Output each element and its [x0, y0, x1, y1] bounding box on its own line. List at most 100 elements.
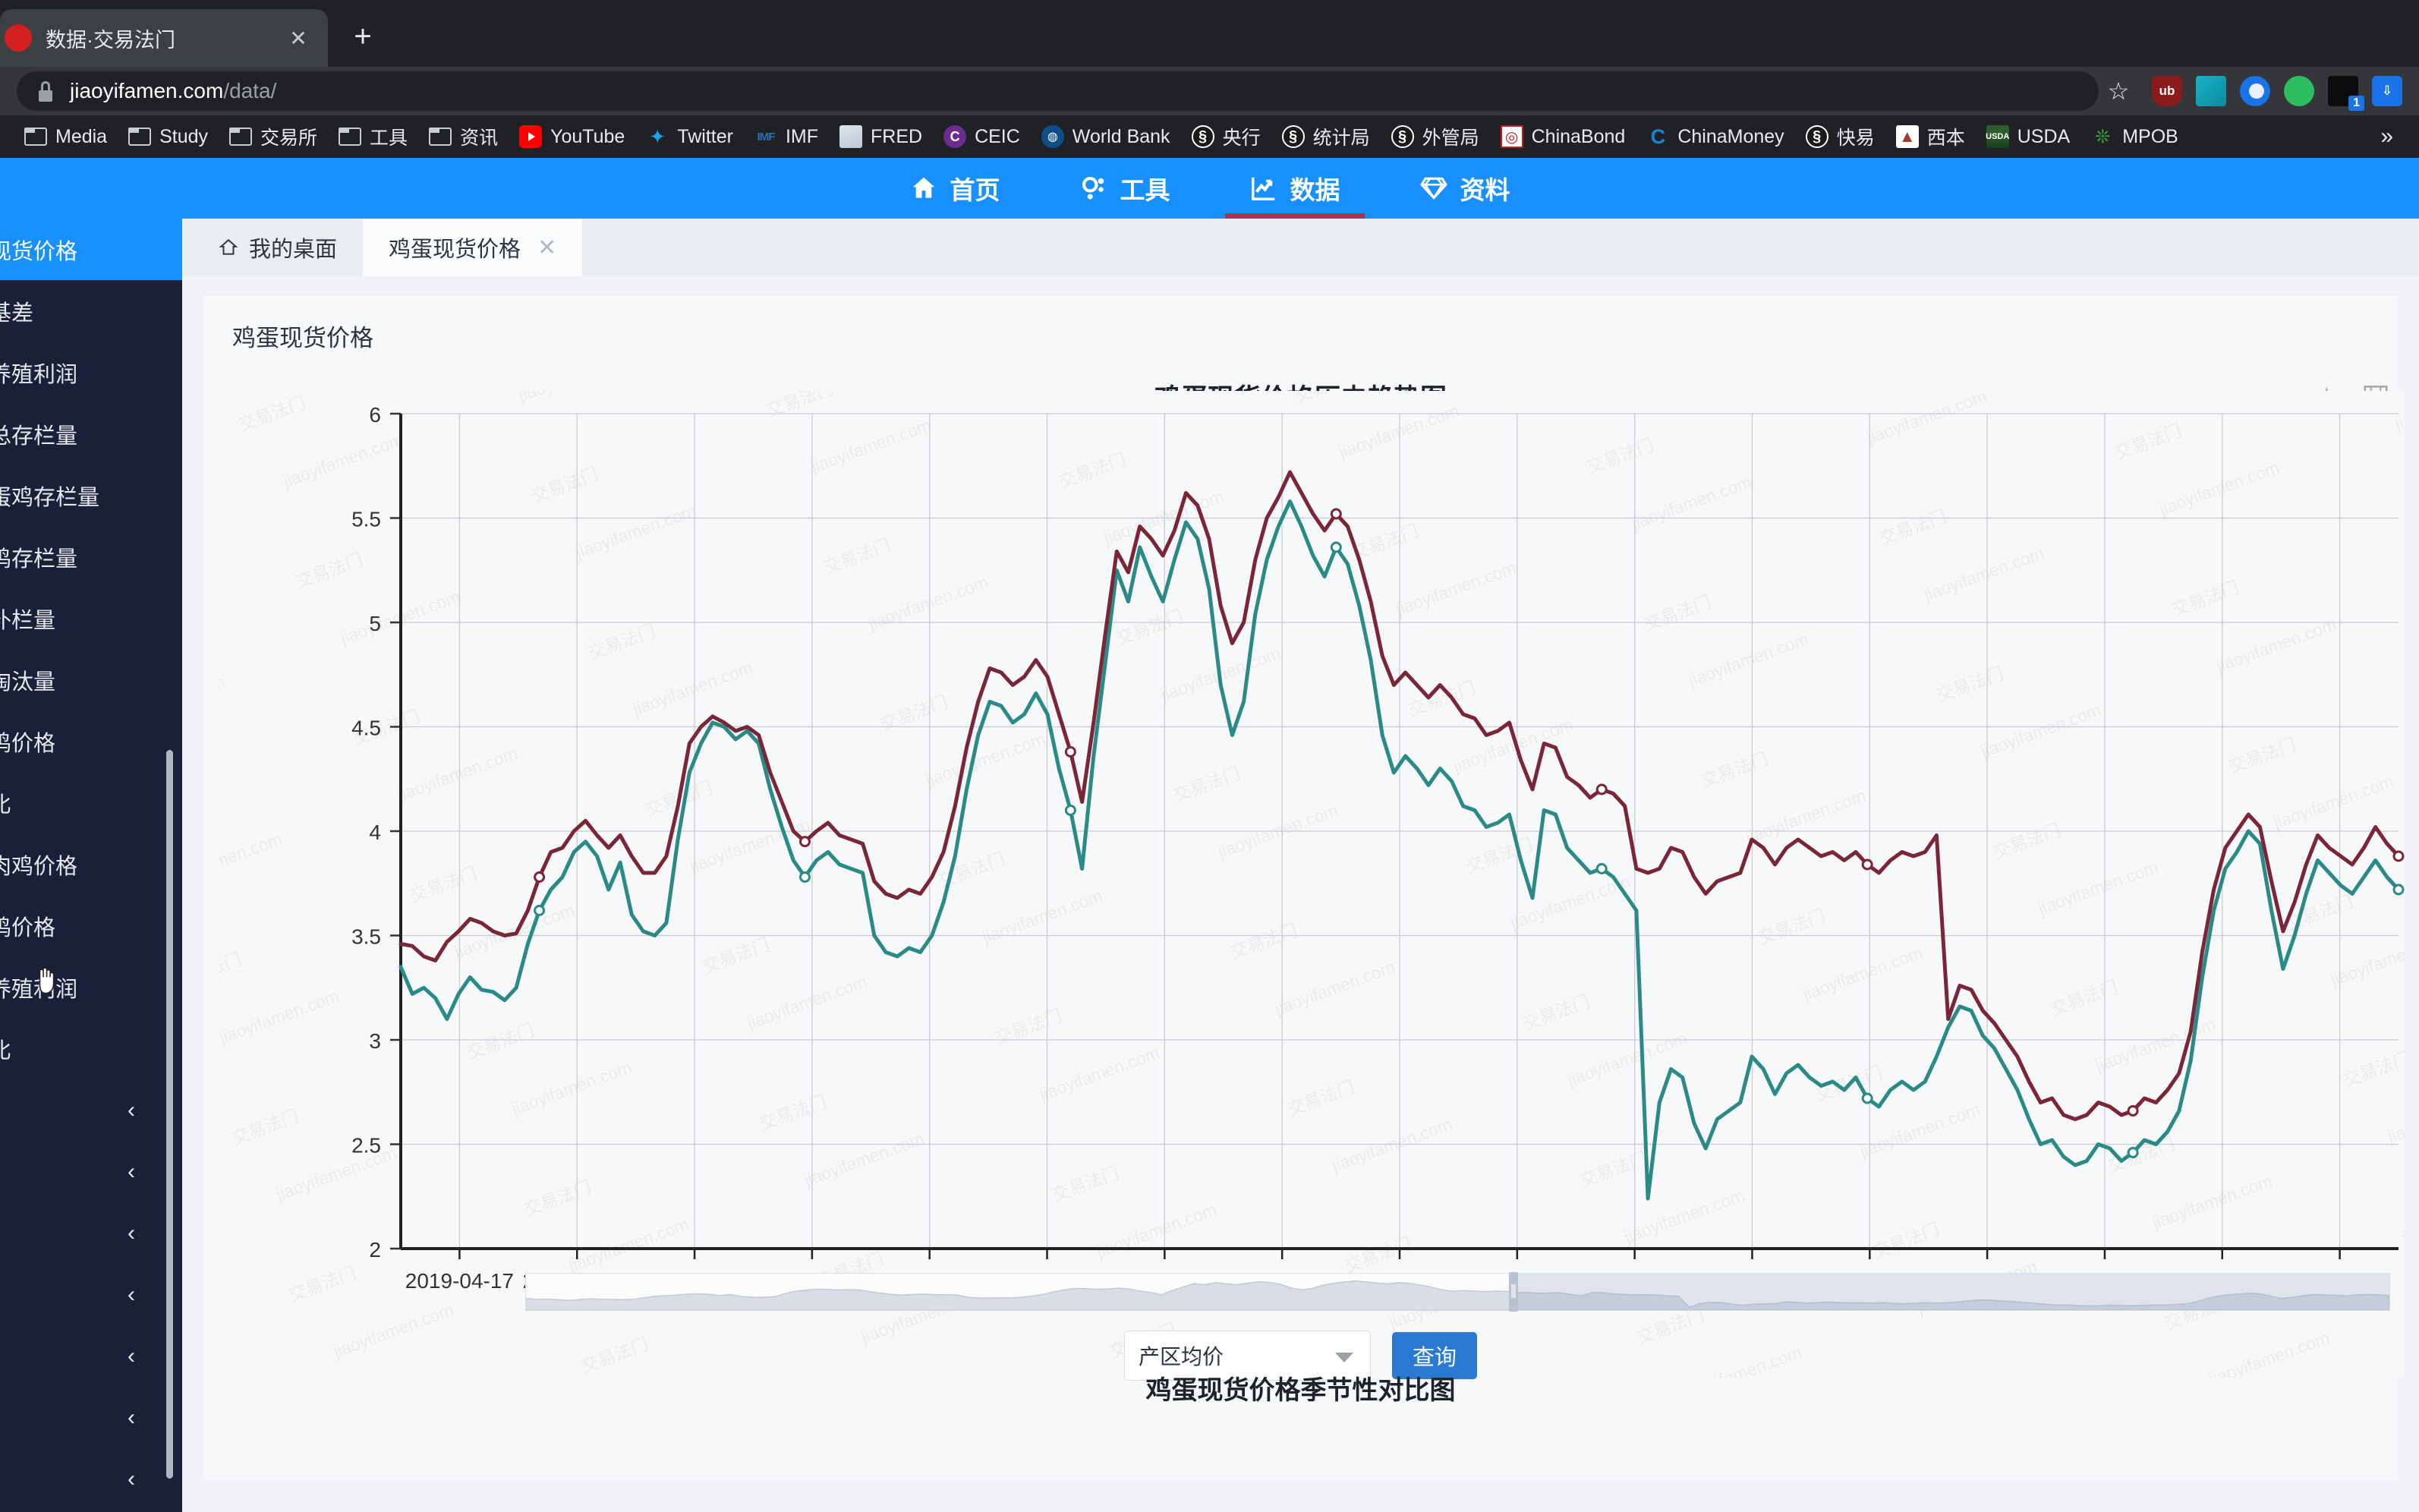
browser-window: 数据·交易法门 ✕ + jiaoyifamen.com/data/ ☆ ub 1…	[0, 0, 2419, 1512]
extension-badge-count: 1	[2348, 96, 2364, 111]
chart-datazoom-slider[interactable]	[525, 1272, 2390, 1312]
sidebar-collapse-chevron-icon[interactable]: ‹	[0, 1141, 182, 1202]
bookmark-label: World Bank	[1072, 125, 1170, 147]
bookmark-item[interactable]: ◎ ChinaBond	[1490, 120, 1636, 153]
address-bar[interactable]: jiaoyifamen.com/data/	[17, 71, 2099, 111]
sidebar-item-breeding-profit[interactable]: 养殖利润	[0, 342, 182, 403]
sidebar-item-label: 淘汰量	[0, 669, 56, 695]
browser-toolbar: jiaoyifamen.com/data/ ☆ ub 1 ⇩	[0, 67, 2419, 115]
evernote-icon[interactable]	[2284, 76, 2314, 106]
bookmark-item[interactable]: Media	[14, 120, 118, 153]
bookmark-item[interactable]: § 央行	[1181, 120, 1271, 153]
sidebar-collapse-chevron-icon[interactable]: ‹	[0, 1079, 182, 1141]
svg-text:2.5: 2.5	[351, 1134, 381, 1158]
folder-icon	[228, 127, 253, 146]
svg-text:2: 2	[369, 1238, 381, 1262]
sidebar-item-breeding-profit-2[interactable]: 养殖利润	[0, 956, 182, 1018]
sidebar-scrollbar[interactable]	[166, 750, 173, 1479]
bookmark-item[interactable]: § 统计局	[1271, 120, 1381, 153]
ublock-origin-icon[interactable]: ub	[2152, 76, 2182, 106]
bookmark-item[interactable]: ✦ Twitter	[635, 120, 744, 153]
gear-icon	[1079, 174, 1108, 203]
bookmark-item[interactable]: C ChinaMoney	[1636, 120, 1794, 153]
fred-icon	[839, 125, 862, 148]
sidebar-item-layer-inventory[interactable]: 蛋鸡存栏量	[0, 465, 182, 526]
tab-close-button[interactable]: ✕	[284, 24, 313, 52]
bookmark-item[interactable]: 交易所	[219, 120, 328, 153]
bookmark-label: ChinaBond	[1531, 125, 1626, 147]
bookmarks-overflow-button[interactable]: »	[2380, 124, 2405, 150]
bookmark-item[interactable]: YouTube	[509, 120, 635, 153]
bookmark-item[interactable]: ▲ 西本	[1885, 120, 1976, 153]
datazoom-selected-range	[1513, 1274, 2389, 1310]
chart-panel: 鸡蛋现货价格 鸡蛋现货价格历史趋势图 （单位：元/斤） 产区均价	[203, 296, 2405, 1480]
bookmark-label: 快易	[1836, 128, 1875, 149]
nav-label: 数据	[1290, 176, 1340, 204]
nav-item-tools[interactable]: 工具	[1040, 158, 1210, 219]
sidebar-item-basis[interactable]: 基差	[0, 280, 182, 342]
sidebar-item-ratio-2[interactable]: 比	[0, 1018, 182, 1079]
sidebar-collapse-chevron-icon[interactable]: ‹	[0, 1387, 182, 1448]
tab-title: 数据·交易法门	[46, 28, 175, 52]
bookmark-item[interactable]: IMF IMF	[744, 120, 829, 153]
bookmark-item[interactable]: 资讯	[418, 120, 509, 153]
address-bar-url: jiaoyifamen.com/data/	[70, 79, 276, 103]
sidebar: 现货价格 基差 养殖利润 总存栏量 蛋鸡存栏量 鸡存栏量 补栏量 淘汰量 鸡价格…	[0, 219, 182, 1512]
browser-tab-strip: 数据·交易法门 ✕ +	[0, 0, 2419, 67]
bookmark-item[interactable]: ❊ MPOB	[2080, 120, 2189, 153]
bookmark-item[interactable]: USDA USDA	[1976, 120, 2080, 153]
sidebar-item-chicken-price-2[interactable]: 鸡价格	[0, 895, 182, 956]
bookmark-item[interactable]: FRED	[829, 120, 933, 153]
sidebar-item-chicken-inventory[interactable]: 鸡存栏量	[0, 526, 182, 587]
bookmark-item[interactable]: 工具	[328, 120, 418, 153]
bookmark-item[interactable]: § 外管局	[1381, 120, 1490, 153]
content-tab-label: 鸡蛋现货价格	[389, 238, 521, 262]
bookmark-label: Media	[55, 125, 108, 147]
home-icon	[909, 174, 938, 203]
sidebar-item-restock[interactable]: 补栏量	[0, 587, 182, 649]
nav-item-materials[interactable]: 资料	[1380, 158, 1550, 219]
xiben-icon: ▲	[1895, 125, 1919, 148]
bookmark-star-icon[interactable]: ☆	[2099, 71, 2138, 111]
folder-icon	[128, 127, 152, 146]
content-tab-close-icon[interactable]: ✕	[537, 235, 556, 261]
chinabond-icon: ◎	[1500, 125, 1523, 148]
chevron-down-icon	[1335, 1353, 1353, 1362]
bookmark-item[interactable]: C CEIC	[933, 120, 1031, 153]
browser-tab[interactable]: 数据·交易法门 ✕	[0, 9, 328, 67]
home-icon	[219, 238, 238, 257]
document-export-icon[interactable]	[2196, 76, 2226, 106]
sidebar-collapse-chevron-icon[interactable]: ‹	[0, 1264, 182, 1325]
content-tab-label: 我的桌面	[249, 238, 338, 262]
datazoom-left-handle[interactable]	[1509, 1272, 1519, 1312]
svg-text:5.5: 5.5	[351, 508, 381, 531]
bookmark-label: MPOB	[2122, 125, 2178, 147]
sidebar-collapse-chevron-icon[interactable]: ‹	[0, 1448, 182, 1510]
cube-extension-icon[interactable]: 1	[2328, 76, 2364, 111]
nav-item-data[interactable]: 数据	[1210, 158, 1380, 219]
bookmark-label: 统计局	[1312, 128, 1370, 149]
svg-text:6: 6	[369, 403, 381, 427]
bookmark-item[interactable]: Study	[118, 120, 219, 153]
sidebar-item-label: 鸡价格	[0, 731, 56, 756]
sidebar-item-cull[interactable]: 淘汰量	[0, 649, 182, 710]
sidebar-item-total-inventory[interactable]: 总存栏量	[0, 403, 182, 465]
sidebar-item-chicken-price[interactable]: 鸡价格	[0, 710, 182, 772]
bookmark-item[interactable]: § 快易	[1795, 120, 1885, 153]
sidebar-collapse-chevron-icon[interactable]: ‹	[0, 1325, 182, 1387]
sidebar-item-broiler-price[interactable]: 肉鸡价格	[0, 833, 182, 895]
sidebar-collapse-chevron-icon[interactable]: ‹	[0, 1202, 182, 1264]
content-tab-my-desktop[interactable]: 我的桌面	[193, 219, 363, 276]
new-tab-button[interactable]: +	[339, 12, 387, 61]
dark-reader-icon[interactable]	[2240, 76, 2270, 106]
download-extension-icon[interactable]: ⇩	[2372, 76, 2402, 106]
folder-icon	[338, 127, 362, 146]
bookmark-label: ChinaMoney	[1677, 125, 1784, 147]
nav-item-home[interactable]: 首页	[870, 158, 1040, 219]
sidebar-item-spot-price[interactable]: 现货价格	[0, 219, 182, 280]
content-tab-egg-spot-price[interactable]: 鸡蛋现货价格 ✕	[363, 219, 583, 276]
bookmark-item[interactable]: ◍ World Bank	[1031, 120, 1181, 153]
sidebar-item-ratio[interactable]: 比	[0, 772, 182, 833]
url-path: /data/	[223, 79, 277, 102]
folder-icon	[428, 127, 452, 146]
